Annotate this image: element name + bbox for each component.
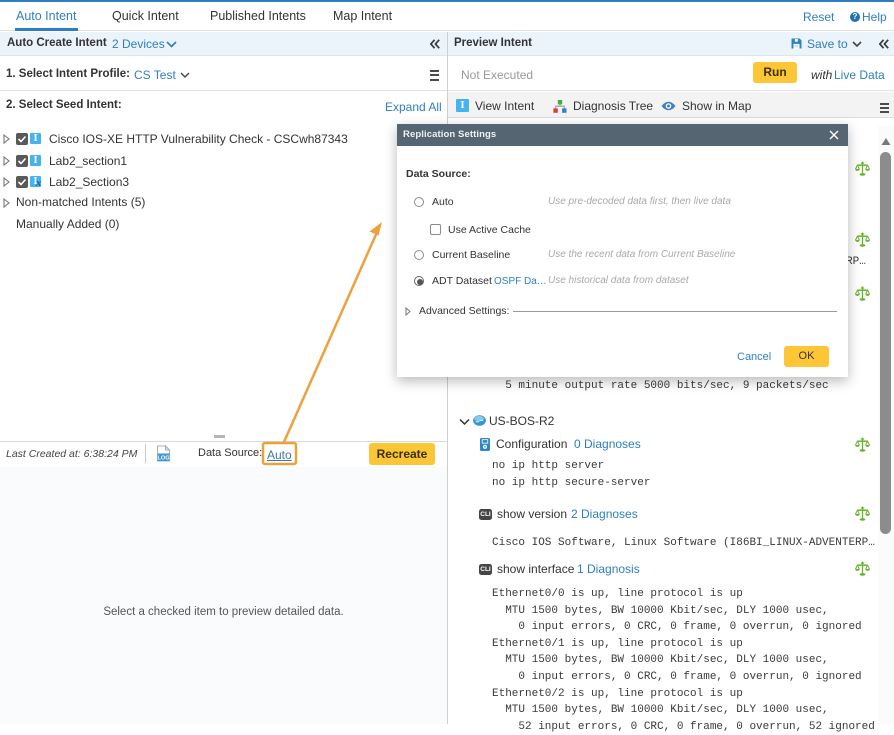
svg-text:LOG: LOG	[157, 455, 169, 461]
